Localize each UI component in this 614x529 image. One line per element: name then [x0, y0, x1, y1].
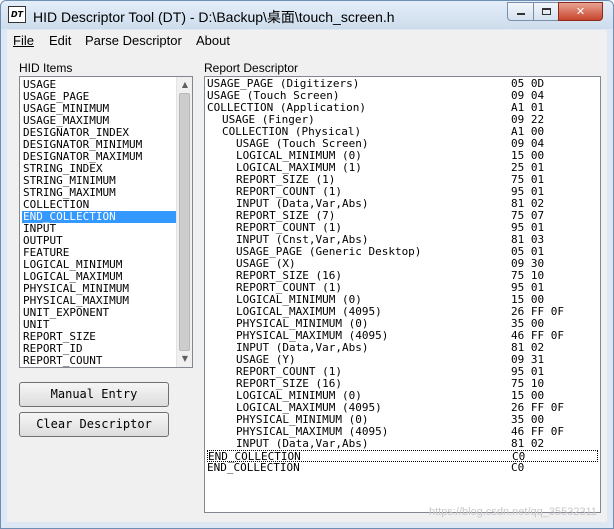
hid-item[interactable]: STRING_MINIMUM: [22, 175, 177, 187]
app-icon[interactable]: DT: [8, 6, 26, 23]
close-icon: ✕: [575, 5, 586, 18]
scroll-thumb[interactable]: [179, 93, 190, 351]
minimize-icon: [516, 13, 525, 15]
hid-item[interactable]: DESIGNATOR_MAXIMUM: [22, 151, 177, 163]
report-row[interactable]: INPUT (Data,Var,Abs) 81 02: [207, 438, 598, 450]
hid-item[interactable]: STRING_INDEX: [22, 163, 177, 175]
report-item-hex: 81 02: [511, 437, 545, 450]
hid-item[interactable]: STRING_MAXIMUM: [22, 187, 177, 199]
report-descriptor-list[interactable]: USAGE_PAGE (Digitizers) 05 0D USAGE (Touch…: [204, 76, 601, 513]
hid-items-scrollbar[interactable]: ▲ ▼: [176, 77, 192, 367]
hid-item[interactable]: OUTPUT: [22, 235, 177, 247]
hid-item[interactable]: USAGE_MINIMUM: [22, 103, 177, 115]
hid-items-label: HID Items: [19, 61, 73, 75]
hid-item[interactable]: END_COLLECTION: [22, 211, 177, 223]
minimize-button[interactable]: [507, 2, 534, 21]
scroll-up-icon[interactable]: ▲: [177, 77, 192, 93]
clear-descriptor-button[interactable]: Clear Descriptor: [19, 412, 169, 437]
menu-parse-descriptor-label: Parse Descriptor: [85, 33, 182, 48]
hid-item[interactable]: DESIGNATOR_MINIMUM: [22, 139, 177, 151]
hid-items-list-content: USAGE USAGE_PAGE USAGE_MINIMUM USAGE_MAXIMU…: [22, 79, 177, 367]
scroll-down-icon[interactable]: ▼: [177, 351, 192, 367]
hid-item[interactable]: UNIT_EXPONENT: [22, 307, 177, 319]
hid-item[interactable]: LOGICAL_MINIMUM: [22, 259, 177, 271]
menu-bar: File Edit Parse Descriptor About: [7, 30, 607, 51]
hid-item[interactable]: LOGICAL_MAXIMUM: [22, 271, 177, 283]
menu-about-label: About: [196, 33, 230, 48]
hid-item[interactable]: COLLECTION: [22, 199, 177, 211]
hid-items-list[interactable]: USAGE USAGE_PAGE USAGE_MINIMUM USAGE_MAXIMU…: [19, 76, 193, 368]
hid-item[interactable]: DESIGNATOR_INDEX: [22, 127, 177, 139]
hid-item[interactable]: REPORT_ID: [22, 343, 177, 355]
close-button[interactable]: ✕: [558, 2, 603, 21]
hid-item[interactable]: PHYSICAL_MAXIMUM: [22, 295, 177, 307]
hid-item[interactable]: USAGE_MAXIMUM: [22, 115, 177, 127]
hid-item[interactable]: USAGE: [22, 79, 177, 91]
client-area: HID Items USAGE USAGE_PAGE USAGE_MINIMUM US…: [7, 51, 607, 522]
report-row[interactable]: END_COLLECTION C0: [207, 462, 598, 474]
menu-file-label: File: [13, 33, 34, 48]
title-bar[interactable]: DT HID Descriptor Tool (DT) - D:\Backup\…: [1, 1, 613, 29]
maximize-button[interactable]: [533, 2, 559, 21]
menu-parse-descriptor[interactable]: Parse Descriptor: [85, 33, 182, 48]
menu-about[interactable]: About: [196, 33, 230, 48]
hid-item[interactable]: USAGE_PAGE: [22, 91, 177, 103]
report-descriptor-label: Report Descriptor: [204, 61, 299, 75]
report-item-hex: C0: [511, 461, 525, 474]
hid-item[interactable]: REPORT_SIZE: [22, 331, 177, 343]
report-item-text: END_COLLECTION: [207, 461, 300, 474]
menu-edit[interactable]: Edit: [49, 33, 71, 48]
hid-item[interactable]: FEATURE: [22, 247, 177, 259]
hid-item[interactable]: PHYSICAL_MINIMUM: [22, 283, 177, 295]
menu-file[interactable]: File: [13, 33, 34, 48]
menu-edit-label: Edit: [49, 33, 72, 48]
watermark: https://blog.csdn.net/qq_35532311: [429, 506, 597, 518]
hid-item[interactable]: INPUT: [22, 223, 177, 235]
hid-item[interactable]: REPORT_COUNT: [22, 355, 177, 367]
manual-entry-button[interactable]: Manual Entry: [19, 382, 169, 407]
report-item-text: INPUT (Data,Var,Abs): [236, 437, 369, 450]
window-title: HID Descriptor Tool (DT) - D:\Backup\桌面\…: [33, 9, 395, 25]
app-window: DT HID Descriptor Tool (DT) - D:\Backup\…: [0, 0, 614, 529]
hid-item[interactable]: UNIT: [22, 319, 177, 331]
maximize-icon: [541, 8, 551, 15]
